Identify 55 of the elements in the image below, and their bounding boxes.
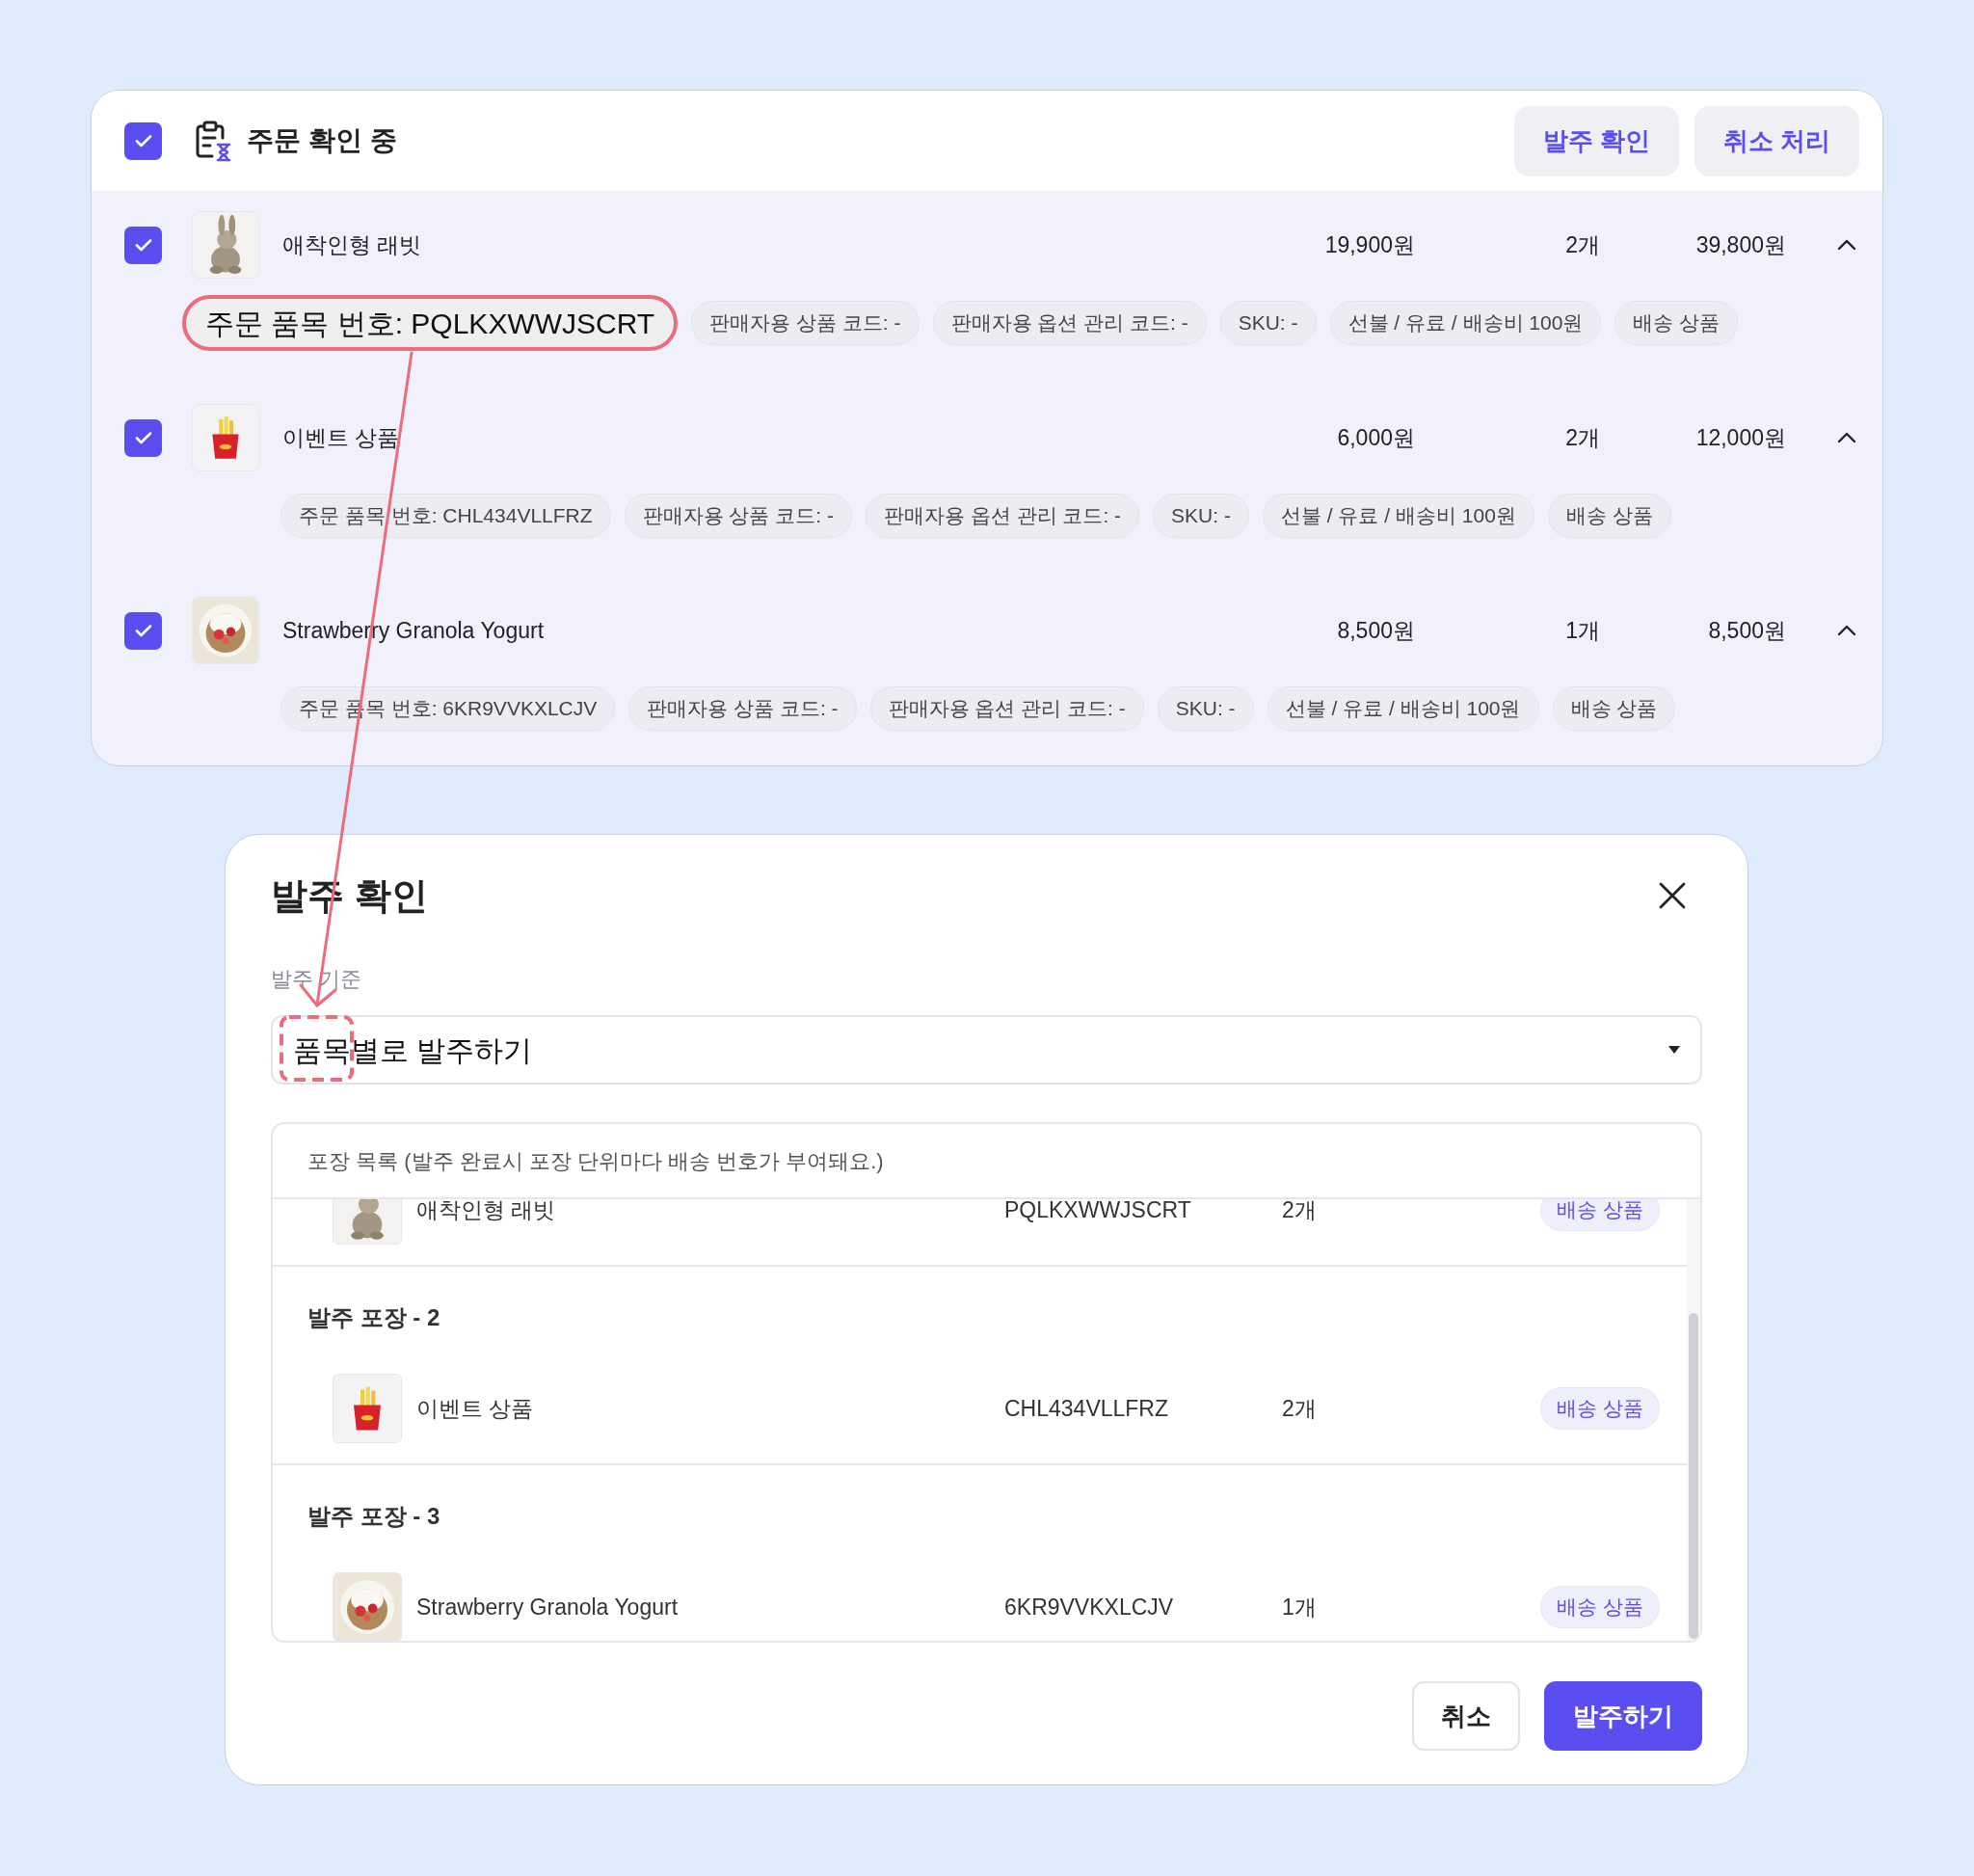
unit-price: 8,500원: [1336, 616, 1415, 645]
shipping-tag: 배송 상품: [1540, 1199, 1660, 1231]
info-tag: SKU: -: [1219, 301, 1317, 345]
quantity: 2개: [1564, 423, 1600, 452]
checkbox[interactable]: [124, 226, 162, 264]
checkbox[interactable]: [124, 121, 162, 160]
info-tag: 선불 / 유료 / 배송비 100원: [1267, 686, 1539, 731]
info-tag: 배송 상품: [1547, 494, 1671, 538]
info-tag: 판매자용 상품 코드: -: [691, 301, 920, 345]
product-name: 이벤트 상품: [416, 1394, 535, 1423]
submit-button[interactable]: 발주하기: [1544, 1681, 1702, 1751]
order-item-code: CHL434VLLFRZ: [1004, 1394, 1170, 1423]
info-tag: 판매자용 상품 코드: -: [628, 686, 857, 731]
order-item-code: 6KR9VVKXLCJV: [1004, 1593, 1175, 1621]
caret-icon: [1667, 1045, 1681, 1055]
total-price: 8,500원: [1707, 616, 1786, 645]
quantity: 2개: [1564, 230, 1600, 259]
quantity: 2개: [1282, 1394, 1318, 1423]
unit-price: 6,000원: [1336, 423, 1415, 452]
checkbox[interactable]: [124, 611, 162, 650]
unit-price: 19,900원: [1323, 230, 1415, 259]
shipping-tag: 배송 상품: [1540, 1387, 1660, 1430]
product-name: 애착인형 래빗: [416, 1199, 557, 1224]
cancel-button[interactable]: 취소: [1412, 1681, 1520, 1751]
package-label: 발주 포장 - 3: [307, 1502, 441, 1531]
info-tag: 선불 / 유료 / 배송비 100원: [1329, 301, 1602, 345]
package-label: 발주 포장 - 2: [307, 1303, 441, 1332]
product-name: Strawberry Granola Yogurt: [416, 1593, 680, 1621]
total-price: 39,800원: [1694, 230, 1786, 259]
action-button[interactable]: 발주 확인: [1513, 105, 1679, 176]
info-tag: 판매자용 옵션 관리 코드: -: [865, 494, 1140, 538]
info-tag: SKU: -: [1153, 494, 1249, 538]
quantity: 1개: [1282, 1593, 1318, 1621]
info-tag: 배송 상품: [1552, 686, 1676, 731]
info-tag: 선불 / 유료 / 배송비 100원: [1262, 494, 1534, 538]
info-tag: 주문 품목 번호: CHL434VLLFRZ: [280, 494, 611, 538]
group-title: 주문 확인 중: [247, 124, 397, 157]
order-item-code: PQLKXWWJSCRT: [1004, 1199, 1192, 1224]
info-tag: 판매자용 옵션 관리 코드: -: [869, 686, 1144, 731]
product-name: 이벤트 상품: [282, 423, 401, 452]
quantity: 1개: [1564, 616, 1600, 645]
checkbox[interactable]: [124, 418, 162, 457]
quantity: 2개: [1282, 1199, 1318, 1224]
info-tag: 판매자용 상품 코드: -: [624, 494, 852, 538]
info-tag: 주문 품목 번호: PQLKXWWJSCRT: [182, 295, 679, 351]
list-header: 포장 목록 (발주 완료시 포장 단위마다 배송 번호가 부여돼요.): [307, 1147, 884, 1175]
product-name: 애착인형 래빗: [282, 230, 423, 259]
info-tag: 배송 상품: [1614, 301, 1739, 345]
scrollbar[interactable]: [1687, 1199, 1700, 1641]
info-tag: 판매자용 옵션 관리 코드: -: [932, 301, 1207, 345]
total-price: 12,000원: [1694, 423, 1786, 452]
shipping-tag: 배송 상품: [1540, 1586, 1660, 1628]
info-tag: SKU: -: [1157, 686, 1254, 731]
action-button[interactable]: 취소 처리: [1694, 105, 1859, 176]
select-field[interactable]: 품목별로 발주하기: [271, 1015, 1702, 1085]
